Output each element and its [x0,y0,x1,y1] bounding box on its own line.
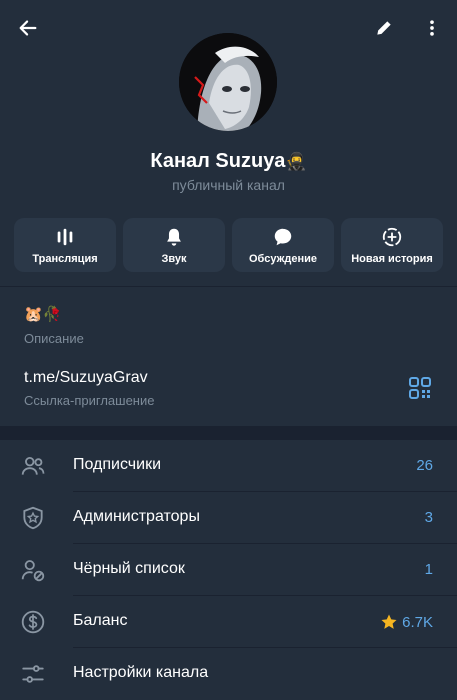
channel-avatar[interactable] [179,33,277,131]
discussion-label: Обсуждение [249,253,317,265]
user-blocked-icon [21,560,45,582]
channel-settings-label: Настройки канала [73,664,209,681]
channel-settings-row[interactable]: Настройки канала [0,648,457,700]
channel-settings-list: Подписчики 26 Администраторы 3 Чёрный сп… [0,440,457,700]
people-icon [21,456,45,475]
ninja-emoji-icon: 🥷 [285,152,307,171]
blacklist-row[interactable]: Чёрный список 1 [0,544,457,596]
star-icon [381,614,397,629]
description-text: 🐹🥀 [24,306,62,323]
channel-info: 🐹🥀 Описание t.me/SuzuyaGrav Ссылка-пригл… [0,286,457,426]
administrators-count: 3 [424,509,433,526]
edit-button[interactable] [370,14,398,42]
channel-name: Канал Suzuya [150,150,286,172]
new-story-button[interactable]: Новая история [341,218,443,272]
blacklist-count: 1 [424,561,433,578]
blacklist-label: Чёрный список [73,560,185,577]
live-stream-label: Трансляция [32,253,98,265]
back-button[interactable] [14,14,42,42]
balance-value-group: 6.7K [380,613,433,631]
avatar-image [179,33,277,131]
sliders-icon [22,665,44,683]
shield-star-icon [23,506,43,530]
arrow-left-icon [19,20,37,36]
subscribers-row[interactable]: Подписчики 26 [0,440,457,492]
new-story-label: Новая история [351,253,433,265]
sound-label: Звук [161,253,187,265]
channel-title: Канал Suzuya🥷 [0,150,457,173]
story-plus-icon [382,227,402,247]
bell-icon [167,228,181,246]
pencil-icon [377,21,391,35]
channel-header: Канал Suzuya🥷 публичный канал Трансляция… [0,0,457,286]
description-label: Описание [24,331,84,346]
balance-row[interactable]: Баланс 6.7K [0,596,457,648]
administrators-label: Администраторы [73,508,200,525]
more-options-button[interactable] [418,14,446,42]
balance-amount: 6.7K [402,613,433,631]
balance-label: Баланс [73,612,128,629]
live-stream-icon [57,228,73,246]
invite-link-label: Ссылка-приглашение [24,393,155,408]
sound-button[interactable]: Звук [123,218,225,272]
discussion-button[interactable]: Обсуждение [232,218,334,272]
dollar-coin-icon [21,610,45,634]
channel-type: публичный канал [172,177,285,193]
more-vertical-icon [430,20,434,36]
action-buttons: Трансляция Звук Обсуждение Новая история [14,218,443,272]
live-stream-button[interactable]: Трансляция [14,218,116,272]
subscribers-count: 26 [416,457,433,474]
subscribers-label: Подписчики [73,456,162,473]
invite-link[interactable]: t.me/SuzuyaGrav [24,369,148,387]
administrators-row[interactable]: Администраторы 3 [0,492,457,544]
qr-code-icon[interactable] [408,376,432,400]
chat-bubble-icon [274,228,292,246]
